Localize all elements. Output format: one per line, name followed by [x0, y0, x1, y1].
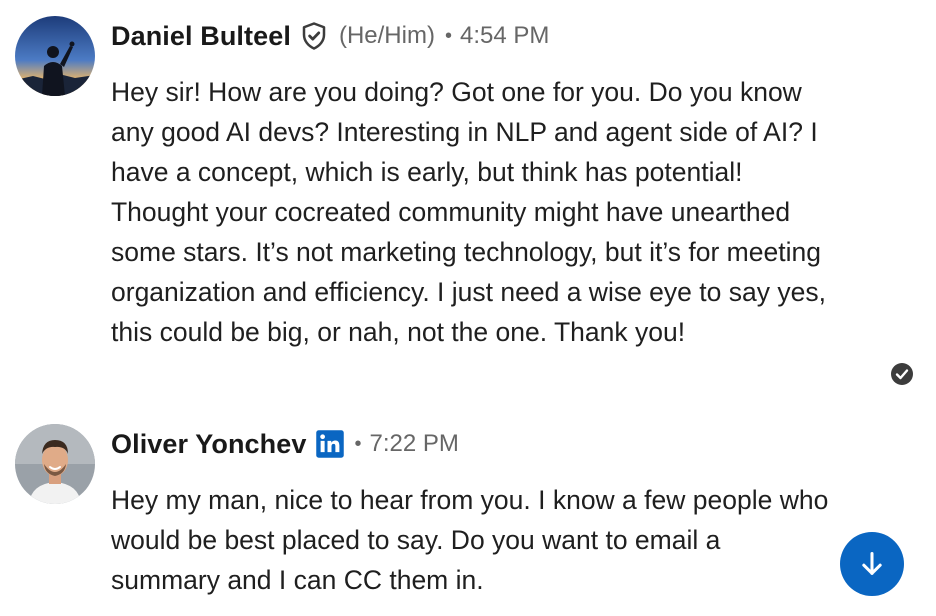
message-timestamp: 7:22 PM — [369, 430, 459, 457]
avatar[interactable] — [15, 16, 95, 96]
message-body: Hey my man, nice to hear from you. I kno… — [111, 485, 829, 595]
avatar[interactable] — [15, 424, 95, 504]
linkedin-icon[interactable] — [315, 429, 345, 459]
arrow-down-icon — [862, 551, 882, 575]
person-photo-avatar — [15, 424, 95, 504]
person-silhouette-sunset-avatar — [15, 16, 95, 96]
meta-separator: • — [354, 432, 362, 455]
scroll-down-button[interactable] — [840, 532, 904, 596]
message-thread: Daniel Bulteel (He/Him) • 4:54 PM Hey si… — [0, 0, 936, 616]
message-header: Daniel Bulteel (He/Him) • 4:54 PM — [111, 16, 549, 56]
message-timestamp: 4:54 PM — [459, 22, 550, 49]
verified-shield-icon — [299, 21, 329, 51]
sender-pronouns: (He/Him) — [338, 22, 435, 49]
sender-name[interactable]: Oliver Yonchev — [111, 429, 307, 460]
message-item: Daniel Bulteel (He/Him) • 4:54 PM Hey si… — [0, 0, 936, 404]
meta-separator: • — [444, 24, 452, 47]
sender-name[interactable]: Daniel Bulteel — [111, 21, 291, 52]
seen-check-icon — [890, 362, 914, 386]
message-header: Oliver Yonchev • 7:22 PM — [111, 424, 459, 464]
message-body: Hey sir! How are you doing? Got one for … — [111, 77, 826, 347]
